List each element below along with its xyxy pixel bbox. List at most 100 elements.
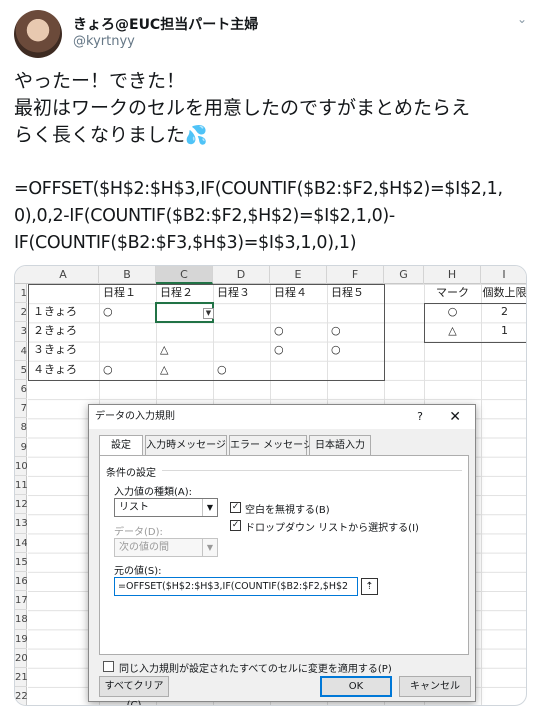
formula-line: 0),0,2-IF(COUNTIF($B2:$F2,$H$2)=$I$2,1,0… [14,206,395,226]
cell-mark[interactable]: △ [157,341,168,360]
tweet-line: らく長くなりました💦 [14,122,529,149]
tweet-line: 最初はワークのセルを用意したのですがまとめたらえ [14,97,471,119]
ok-button[interactable]: OK [320,676,392,697]
tab-settings[interactable]: 設定 [99,435,143,456]
row-header[interactable]: 17 [15,591,27,611]
cell-value[interactable]: 2 [481,303,526,322]
cell-value[interactable]: 1 [481,322,526,341]
cancel-button[interactable]: キャンセル [399,676,471,697]
tab-ime[interactable]: 日本語入力 [309,435,371,455]
cell-header[interactable]: マーク [424,284,481,303]
row-header[interactable]: 3 [15,322,27,342]
row-header[interactable]: 21 [15,668,27,688]
sweat-drops-icon: 💦 [185,125,208,146]
formula-line: =OFFSET($H$2:$H$3,IF(COUNTIF($B2:$F2,$H$… [14,179,503,199]
cell-mark[interactable]: ○ [271,322,284,341]
row-header[interactable]: 10 [15,457,27,476]
row-header[interactable]: 20 [15,649,27,668]
tweet-formula: =OFFSET($H$2:$H$3,IF(COUNTIF($B2:$F2,$H$… [14,176,534,257]
cell-header[interactable]: 日程４ [271,284,307,303]
close-icon[interactable]: ✕ [449,405,461,429]
row-header[interactable]: 7 [15,399,27,419]
column-header[interactable]: I [481,266,526,284]
user-name[interactable]: きょろ@EUC担当パート主婦 [73,14,258,34]
chevron-down-icon: ▼ [202,499,217,516]
apply-all-label: 同じ入力規則が設定されたすべてのセルに変更を適用する(P) [119,664,392,675]
cell-mark[interactable]: ○ [328,341,341,360]
cell-header[interactable]: 日程５ [328,284,364,303]
source-input[interactable]: =OFFSET($H$2:$H$3,IF(COUNTIF($B2:$F2,$H$… [114,577,358,596]
cell-header[interactable]: 日程２ [157,284,193,303]
section-label: 条件の設定 [106,468,156,479]
column-header[interactable]: B [99,266,156,284]
column-header[interactable]: H [424,266,481,284]
help-button[interactable]: ? [417,405,423,429]
cell-mark[interactable]: ○ [271,341,284,360]
tab-error-message[interactable]: エラー メッセージ [229,435,313,455]
row-header[interactable]: 18 [15,610,27,630]
cell-name[interactable]: ４きょろ [30,361,77,380]
cell-mark[interactable]: ○ [214,361,227,380]
row-header[interactable]: 4 [15,342,27,361]
data-select-value: 次の値の間 [119,542,169,553]
tweet-text: やったー！できた！ 最初はワークのセルを用意したのですがまとめたらえ らく長くな… [14,68,529,149]
cell-mark[interactable]: △ [157,361,168,380]
gridline [481,284,482,705]
chevron-down-icon[interactable]: ⌄ [517,12,527,26]
cell-mark[interactable]: ○ [100,303,113,322]
cell-header[interactable]: 日程１ [100,284,136,303]
row-header[interactable]: 13 [15,514,27,534]
range-picker-icon[interactable]: ⇡ [361,578,378,595]
type-select-value: リスト [119,502,149,513]
cell-mark[interactable]: ○ [100,361,113,380]
apply-all-checkbox[interactable] [103,661,114,672]
column-header[interactable]: D [213,266,270,284]
source-label: 元の値(S): [114,566,162,577]
column-header-bar: A B C D E F G H I [15,266,526,284]
column-header[interactable]: E [270,266,327,284]
chevron-down-icon: ▼ [202,539,217,556]
row-header[interactable]: 16 [15,572,27,592]
data-label: データ(D): [114,527,163,538]
attached-screenshot[interactable]: A B C D E F G H I 1 2 3 4 5 6 7 8 9 10 1… [14,265,527,706]
row-header[interactable]: 9 [15,438,27,457]
row-header[interactable]: 19 [15,630,27,649]
tweet-line: やったー！できた！ [14,70,186,92]
row-header[interactable]: 14 [15,534,27,553]
column-header[interactable]: G [384,266,424,284]
data-validation-dialog: データの入力規則 ? ✕ 設定 入力時メッセージ エラー メッセージ 日本語入力… [88,404,476,705]
cell-mark[interactable]: △ [424,322,481,341]
avatar[interactable] [14,10,62,58]
cell-mark[interactable]: ○ [328,322,341,341]
row-header[interactable]: 5 [15,361,27,380]
cell-header[interactable]: 日程３ [214,284,250,303]
row-header-bar: 1 2 3 4 5 6 7 8 9 10 11 12 13 14 15 16 1… [15,284,27,705]
cell-name[interactable]: １きょろ [30,303,77,322]
row-header[interactable]: 11 [15,476,27,496]
cell-name[interactable]: ２きょろ [30,322,77,341]
formula-line: IF(COUNTIF($B2:$F3,$H$3)=$I$3,1,0),1) [14,233,357,253]
dropdown-arrow-icon[interactable]: ▼ [203,308,214,319]
clear-all-button[interactable]: すべてクリア(C) [99,676,169,705]
row-header[interactable]: 1 [15,284,27,304]
column-header[interactable]: C [156,266,213,284]
column-header[interactable]: F [327,266,384,284]
row-header[interactable]: 6 [15,380,27,400]
data-select[interactable]: 次の値の間 ▼ [114,538,218,557]
tab-input-message[interactable]: 入力時メッセージ [145,435,227,455]
type-label: 入力値の種類(A): [114,487,193,498]
row-header[interactable]: 8 [15,418,27,438]
row-header[interactable]: 22 [15,687,27,705]
row-header[interactable]: 12 [15,495,27,515]
cell-header[interactable]: 個数上限 [481,284,527,303]
user-handle[interactable]: @kyrtnyy [73,34,135,49]
column-header[interactable]: A [28,266,99,284]
cell-mark[interactable]: ○ [424,303,481,322]
settings-panel: 条件の設定 入力値の種類(A): リスト ▼ ✓ 空白を無視する(B) ✓ ドロ… [99,455,469,655]
dropdown-checkbox[interactable]: ✓ [230,520,241,531]
row-header[interactable]: 15 [15,553,27,572]
ignore-blank-checkbox[interactable]: ✓ [230,502,241,513]
cell-name[interactable]: ３きょろ [30,341,77,360]
row-header[interactable]: 2 [15,303,27,323]
type-select[interactable]: リスト ▼ [114,498,218,517]
